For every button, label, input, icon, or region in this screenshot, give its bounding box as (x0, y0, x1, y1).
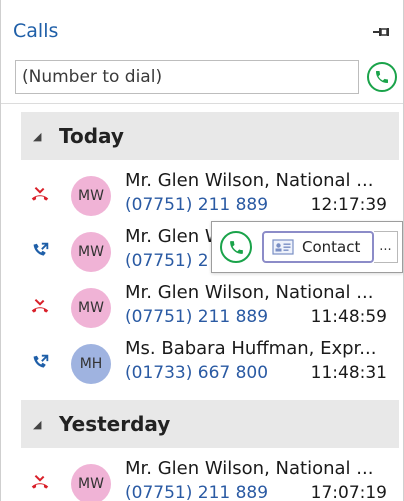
caller-name: Mr. Glen Wilson, National ... (125, 282, 374, 303)
outgoing-call-icon (33, 242, 49, 256)
caller-number[interactable]: (07751) 2 (125, 251, 209, 271)
call-history-list[interactable]: ◢ Today MW Mr. Glen Wilson, National ...… (1, 103, 403, 501)
group-header-yesterday[interactable]: ◢ Yesterday (21, 400, 399, 448)
outgoing-call-icon (33, 354, 49, 368)
row-action-toolbar: Contact ... (211, 221, 403, 273)
contact-card-icon (272, 239, 294, 255)
avatar: MW (71, 232, 111, 272)
caller-name: Mr. Glen Wilson, National ... (125, 170, 374, 191)
avatar: MH (71, 344, 111, 384)
call-time: 11:48:59 (310, 307, 387, 327)
caller-name: Mr. Glen Wilson, National ... (125, 458, 374, 479)
group-header-today[interactable]: ◢ Today (21, 112, 399, 160)
call-row[interactable]: MW Mr. Glen Wilson, National ... (07751)… (1, 276, 403, 336)
call-row[interactable]: MW Mr. Glen Wilson, National ... (07751)… (1, 164, 403, 224)
avatar: MW (71, 464, 111, 501)
group-label: Today (59, 124, 124, 148)
call-time: 17:07:19 (310, 483, 387, 501)
caller-number[interactable]: (07751) 211 889 (125, 195, 268, 215)
pin-icon[interactable] (373, 26, 389, 38)
missed-call-icon (31, 186, 49, 201)
missed-call-icon (31, 474, 49, 489)
collapse-triangle-icon[interactable]: ◢ (33, 130, 45, 143)
number-to-dial-input[interactable] (15, 60, 359, 94)
call-row[interactable]: MW Mr. Glen Wilson, National ... (07751)… (1, 452, 403, 501)
phone-icon (376, 71, 388, 83)
contact-button[interactable]: Contact (262, 231, 374, 263)
call-button[interactable] (220, 231, 252, 263)
avatar: MW (71, 288, 111, 328)
caller-number[interactable]: (07751) 211 889 (125, 483, 268, 501)
avatar: MW (71, 176, 111, 216)
caller-number[interactable]: (07751) 211 889 (125, 307, 268, 327)
call-time: 11:48:31 (310, 363, 387, 383)
collapse-triangle-icon[interactable]: ◢ (33, 418, 45, 431)
caller-number[interactable]: (01733) 667 800 (125, 363, 268, 383)
group-label: Yesterday (59, 412, 171, 436)
dial-button[interactable] (367, 62, 397, 92)
caller-name: Ms. Babara Huffman, Expr... (125, 338, 377, 359)
call-row[interactable]: MH Ms. Babara Huffman, Expr... (01733) 6… (1, 332, 403, 392)
panel-title: Calls (13, 20, 59, 42)
contact-button-label: Contact (302, 238, 361, 256)
missed-call-icon (31, 298, 49, 313)
more-options-button[interactable]: ... (374, 231, 398, 263)
call-time: 12:17:39 (310, 195, 387, 215)
calls-panel: Calls ◢ Today MW Mr. Glen Wilson, Nation… (0, 0, 404, 501)
phone-icon (229, 240, 243, 254)
